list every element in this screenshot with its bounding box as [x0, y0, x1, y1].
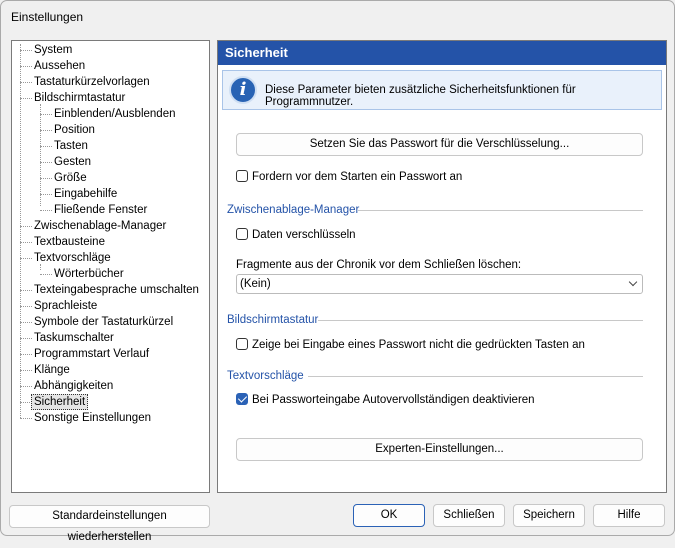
tree-line [40, 210, 52, 211]
tree-line [20, 322, 32, 323]
tree-line [40, 162, 52, 163]
sidebar-item[interactable]: Fließende Fenster [52, 202, 149, 218]
section-divider [308, 376, 643, 377]
tree-line [20, 242, 32, 243]
fragments-select[interactable]: (Kein) [236, 274, 643, 294]
section-clipboard: Zwischenablage-Manager [227, 204, 360, 216]
info-text: Diese Parameter bieten zusätzliche Siche… [265, 84, 576, 108]
require-password-label: Fordern vor dem Starten ein Passwort an [252, 171, 463, 183]
tree-line [20, 66, 32, 67]
fragments-select-value: (Kein) [240, 278, 271, 290]
encrypt-data-label: Daten verschlüsseln [252, 229, 356, 241]
section-divider [318, 320, 643, 321]
sidebar-item[interactable]: System [32, 42, 74, 58]
sidebar-item[interactable]: Sonstige Einstellungen [32, 410, 153, 426]
sidebar-item[interactable]: Einblenden/Ausblenden [52, 106, 178, 122]
hide-keys-label: Zeige bei Eingabe eines Passwort nicht d… [252, 339, 585, 351]
tree-line [20, 354, 32, 355]
disable-autocomplete-label: Bei Passworteingabe Autovervollständigen… [252, 394, 535, 406]
tree-line [20, 418, 32, 419]
info-box: i Diese Parameter bieten zusätzliche Sic… [222, 70, 662, 110]
info-icon: i [229, 76, 257, 104]
help-button[interactable]: Hilfe [593, 504, 665, 527]
encrypt-data-check[interactable] [236, 228, 248, 240]
panel-title: Sicherheit [218, 41, 666, 65]
sidebar-item[interactable]: Eingabehilfe [52, 186, 119, 202]
tree-line [20, 386, 32, 387]
sidebar-item[interactable]: Tasten [52, 138, 90, 154]
sidebar-item[interactable]: Symbole der Tastaturkürzel [32, 314, 175, 330]
chevron-down-icon [628, 277, 638, 287]
save-button[interactable]: Speichern [513, 504, 585, 527]
tree-line [40, 114, 52, 115]
sidebar-item[interactable]: Bildschirmtastatur [32, 90, 127, 106]
tree-line [20, 50, 32, 51]
tree-line [20, 44, 21, 418]
section-suggestions: Textvorschläge [227, 370, 304, 382]
restore-defaults-button[interactable]: Standardeinstellungen wiederherstellen [9, 505, 210, 543]
tree-line [40, 274, 52, 275]
tree-line [20, 370, 32, 371]
sidebar-item[interactable]: Texteingabesprache umschalten [32, 282, 201, 298]
section-divider [358, 210, 643, 211]
fragments-label: Fragmente aus der Chronik vor dem Schlie… [236, 259, 522, 271]
ok-button[interactable]: OK [353, 504, 425, 527]
tree-line [20, 290, 32, 291]
sidebar-item[interactable]: Klänge [32, 362, 72, 378]
sidebar-item[interactable]: Programmstart Verlauf [32, 346, 151, 362]
settings-panel: Sicherheit i Diese Parameter bieten zusä… [217, 40, 667, 493]
sidebar-item[interactable]: Taskumschalter [32, 330, 116, 346]
sidebar-item[interactable]: Aussehen [32, 58, 87, 74]
sidebar-item[interactable]: Sprachleiste [32, 298, 99, 314]
tree-line [40, 264, 41, 270]
sidebar-item[interactable]: Tastaturkürzelvorlagen [32, 74, 152, 90]
tree-line [20, 226, 32, 227]
tree-line [20, 306, 32, 307]
disable-autocomplete-check[interactable] [236, 393, 248, 405]
sidebar-item[interactable]: Abhängigkeiten [32, 378, 115, 394]
require-password-check[interactable] [236, 170, 248, 182]
tree-line [40, 194, 52, 195]
set-password-button[interactable]: Setzen Sie das Passwort für die Verschlü… [236, 133, 643, 156]
tree-line [20, 82, 32, 83]
sidebar-item[interactable]: Gesten [52, 154, 93, 170]
window-title: Einstellungen [11, 10, 84, 24]
tree-line [20, 258, 32, 259]
sidebar-item[interactable]: Größe [52, 170, 89, 186]
sidebar-item[interactable]: Zwischenablage-Manager [32, 218, 168, 234]
settings-tree[interactable]: System Aussehen Tastaturkürzelvorlagen Bild… [11, 40, 210, 493]
sidebar-item[interactable]: Textbausteine [32, 234, 107, 250]
tree-line [20, 98, 32, 99]
tree-line [40, 130, 52, 131]
tree-line [40, 146, 52, 147]
hide-keys-check[interactable] [236, 338, 248, 350]
sidebar-item[interactable]: Wörterbücher [52, 266, 126, 282]
tree-line [40, 104, 41, 206]
expert-settings-button[interactable]: Experten-Einstellungen... [236, 438, 643, 461]
sidebar-item[interactable]: Sicherheit [31, 394, 89, 410]
sidebar-item[interactable]: Textvorschläge [32, 250, 113, 266]
section-keyboard: Bildschirmtastatur [227, 314, 319, 326]
settings-window: Einstellungen System Aussehen Tastaturkürz… [0, 0, 675, 543]
tree-line [20, 338, 32, 339]
tree-line [40, 178, 52, 179]
close-button[interactable]: Schließen [433, 504, 505, 527]
sidebar-item[interactable]: Position [52, 122, 97, 138]
